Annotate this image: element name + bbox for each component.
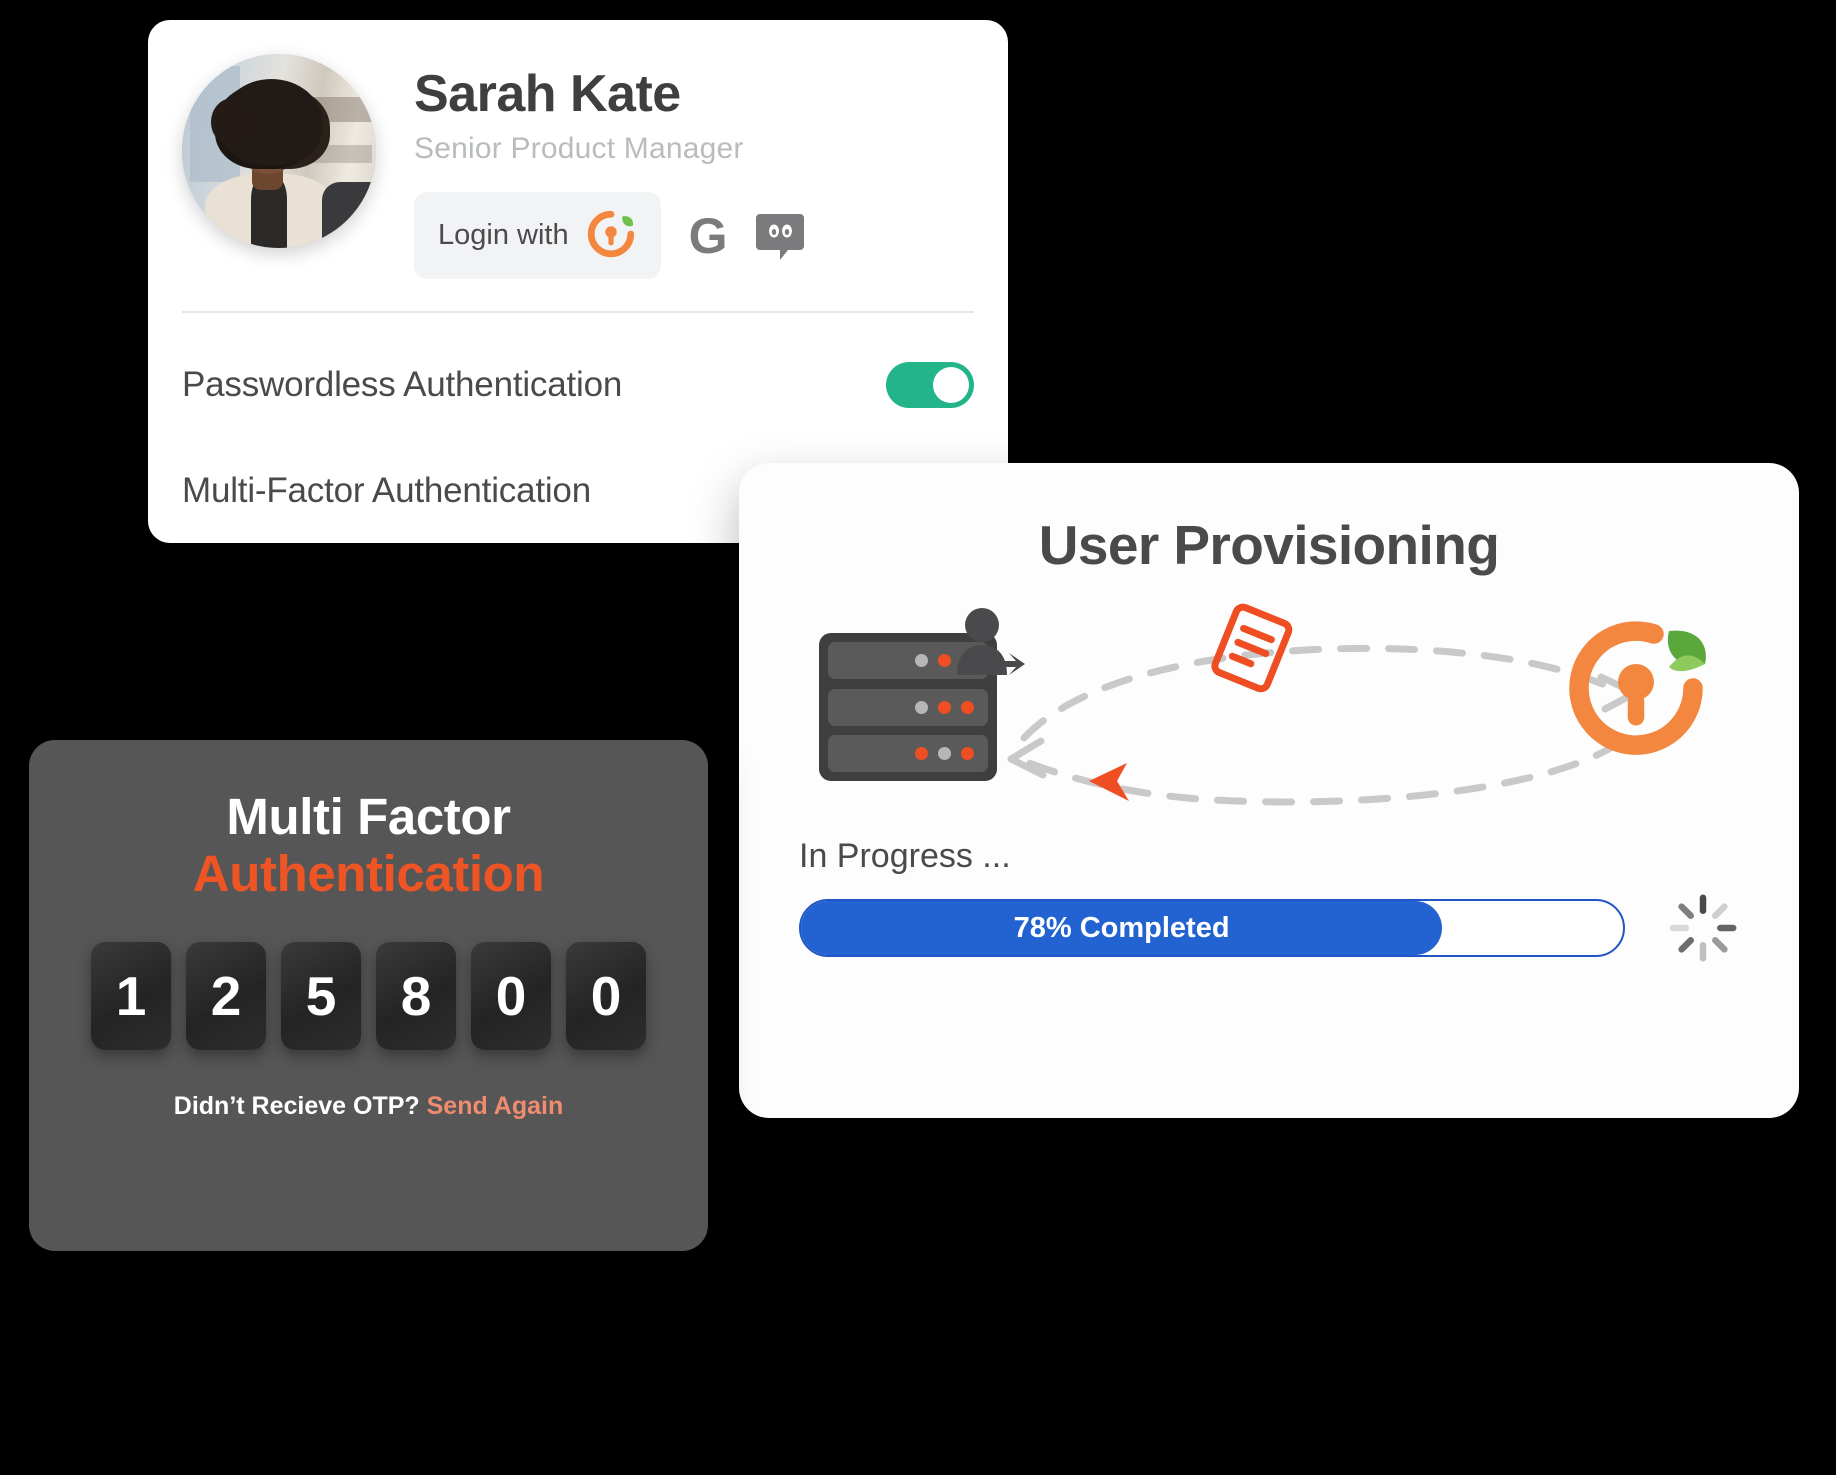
sidebar-item-label: Passwordless Authentication xyxy=(182,365,623,405)
loading-spinner-icon xyxy=(1667,892,1739,964)
otp-digit-5[interactable]: 0 xyxy=(471,942,551,1051)
mfa-setting-label: Multi-Factor Authentication xyxy=(182,471,591,511)
otp-digit-3[interactable]: 5 xyxy=(281,942,361,1051)
brand-lock-leaf-logo-icon xyxy=(1561,613,1711,763)
divider xyxy=(182,311,974,314)
progress-bar-fill: 78% Completed xyxy=(801,901,1443,955)
otp-digit-6[interactable]: 0 xyxy=(566,942,646,1051)
progress-bar[interactable]: 78% Completed xyxy=(799,899,1625,957)
otp-footer: Didn’t Recieve OTP? Send Again xyxy=(29,1092,708,1121)
login-with-button[interactable]: Login with xyxy=(414,192,661,280)
mfa-title-line-1: Multi Factor xyxy=(226,788,511,845)
login-options-row: Login with G xyxy=(414,192,806,280)
brand-lock-leaf-logo-icon xyxy=(585,208,637,263)
provisioning-title: User Provisioning xyxy=(1038,514,1500,576)
status-text: In Progress ... xyxy=(799,837,1011,875)
otp-digit-4[interactable]: 8 xyxy=(376,942,456,1051)
provisioning-progress: In Progress ... 78% Completed xyxy=(739,837,1799,964)
user-provisioning-card: User Provisioning In Progress ... 78% Co… xyxy=(739,463,1799,1118)
profile-header: Sarah Kate Senior Product Manager Login … xyxy=(148,20,1008,280)
multi-factor-authentication-card: Multi Factor Authentication 125800 Didn’… xyxy=(29,740,708,1251)
mfa-title-line-2: Authentication xyxy=(192,845,545,903)
otp-digit-2[interactable]: 2 xyxy=(186,942,266,1051)
login-with-label: Login with xyxy=(438,219,569,252)
google-g-icon[interactable]: G xyxy=(689,211,728,261)
screenshot-stage: Sarah Kate Senior Product Manager Login … xyxy=(0,0,1836,1475)
provisioning-flow-diagram xyxy=(739,603,1799,823)
otp-digit-1[interactable]: 1 xyxy=(91,942,171,1051)
discord-icon[interactable] xyxy=(754,210,806,262)
avatar xyxy=(182,54,376,248)
document-icon xyxy=(1211,603,1293,693)
setting-row-passwordless: Passwordless Authentication xyxy=(148,339,1008,431)
otp-footer-question: Didn’t Recieve OTP? xyxy=(173,1092,420,1121)
page-title: Sarah Kate xyxy=(414,65,681,123)
progress-label: 78% Completed xyxy=(1013,911,1230,944)
progress-row: 78% Completed xyxy=(799,892,1739,964)
profile-meta: Sarah Kate Senior Product Manager Login … xyxy=(376,54,806,280)
send-again-link[interactable]: Send Again xyxy=(427,1092,564,1120)
social-login-icons: G xyxy=(689,210,806,262)
user-transfer-icon xyxy=(957,608,1025,675)
profile-role: Senior Product Manager xyxy=(414,132,744,166)
passwordless-authentication-toggle[interactable] xyxy=(886,362,974,409)
otp-input-row: 125800 xyxy=(29,942,708,1051)
